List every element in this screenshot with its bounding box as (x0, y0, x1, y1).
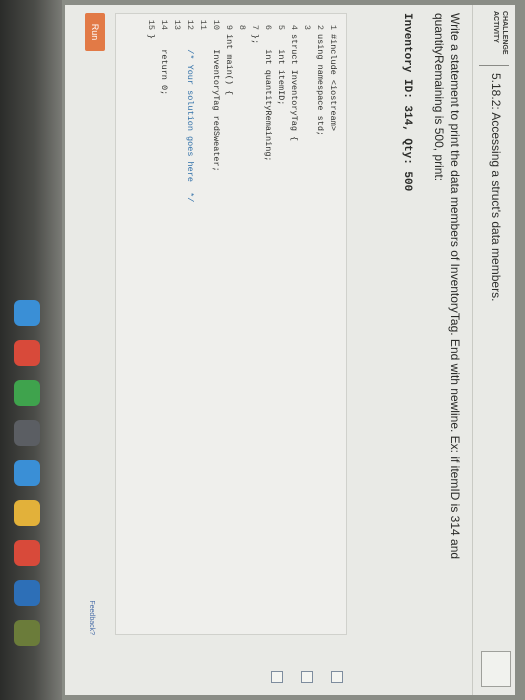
code-line[interactable]: 14 return 0; (157, 14, 169, 624)
code-line[interactable]: 4 struct InventoryTag { (287, 14, 299, 624)
code-text: struct InventoryTag { (289, 34, 299, 142)
code-text: return 0; (159, 34, 169, 96)
dock-app-icon (14, 540, 40, 566)
code-line[interactable]: 9 int main() { (222, 14, 234, 624)
code-line[interactable]: 3 (300, 14, 312, 624)
line-number: 1 (328, 24, 338, 30)
line-number: 8 (237, 24, 247, 30)
zybooks-challenge-screen: CHALLENGE ACTIVITY 5.18.2: Accessing a s… (65, 5, 515, 695)
dock-app-icon (14, 300, 40, 326)
run-button[interactable]: Run (85, 13, 105, 51)
code-text: InventoryTag redSweater; (211, 34, 221, 172)
check-box-icon (271, 671, 283, 683)
line-number: 14 (159, 19, 169, 30)
code-line[interactable]: 11 (196, 14, 208, 624)
code-line[interactable]: 2 using namespace std; (313, 14, 325, 624)
dock-app-icon (14, 380, 40, 406)
code-text: int quantityRemaining; (263, 34, 273, 162)
line-number: 13 (172, 19, 182, 30)
dock-app-icon (14, 460, 40, 486)
code-line[interactable]: 8 (235, 14, 247, 624)
line-number: 6 (263, 24, 273, 30)
code-line[interactable]: 10 InventoryTag redSweater; (209, 14, 221, 624)
line-number: 2 (315, 24, 325, 30)
line-number: 7 (250, 24, 260, 30)
activity-header: CHALLENGE ACTIVITY 5.18.2: Accessing a s… (472, 5, 515, 695)
check-box-icon (331, 671, 343, 683)
dock-app-icon (14, 420, 40, 446)
feedback-link[interactable]: Feedback? (88, 600, 95, 635)
dock-app-icon (14, 620, 40, 646)
code-line[interactable]: 12 /* Your solution goes here */ (183, 14, 195, 624)
code-text: }; (250, 34, 260, 45)
laptop-dock-area (0, 0, 62, 700)
badge-line-activity: ACTIVITY (492, 11, 499, 43)
line-number: 5 (276, 24, 286, 30)
code-line[interactable]: 5 int itemID; (274, 14, 286, 624)
activity-title: 5.18.2: Accessing a struct's data member… (489, 73, 503, 302)
challenge-activity-badge: CHALLENGE ACTIVITY (479, 11, 509, 63)
code-line[interactable]: 7}; (248, 14, 260, 624)
code-text: int main() { (224, 34, 234, 96)
badge-line-challenge: CHALLENGE (501, 11, 508, 55)
dock-app-icon (14, 580, 40, 606)
dock-app-icon (14, 500, 40, 526)
line-number: 15 (146, 19, 156, 30)
instructions-text: Write a statement to print the data memb… (432, 13, 462, 560)
completion-box-icon (481, 651, 511, 687)
line-number: 10 (211, 19, 221, 30)
line-number: 11 (198, 19, 208, 30)
code-text: } (146, 34, 156, 40)
code-line[interactable]: 15} (144, 14, 156, 624)
example-output: Inventory ID: 314, Qty: 500 (401, 13, 413, 192)
check-box-icon (301, 671, 313, 683)
code-line[interactable]: 6 int quantityRemaining; (261, 14, 273, 624)
code-editor[interactable]: 1 #include <iostream> 2 using namespace std… (115, 13, 347, 635)
code-text: int itemID; (276, 34, 286, 106)
code-text: using namespace std; (315, 34, 325, 137)
line-number: 12 (185, 19, 195, 30)
code-text: #include <iostream> (328, 34, 338, 131)
line-number: 4 (289, 24, 299, 30)
progress-checklist (187, 649, 347, 689)
code-line[interactable]: 1 #include <iostream> (326, 14, 338, 624)
code-line[interactable]: 13 (170, 14, 182, 624)
line-number: 9 (224, 24, 234, 30)
header-divider (479, 65, 509, 66)
line-number: 3 (302, 24, 312, 30)
code-text: /* Your solution goes here */ (185, 34, 195, 203)
dock-app-icon (14, 340, 40, 366)
